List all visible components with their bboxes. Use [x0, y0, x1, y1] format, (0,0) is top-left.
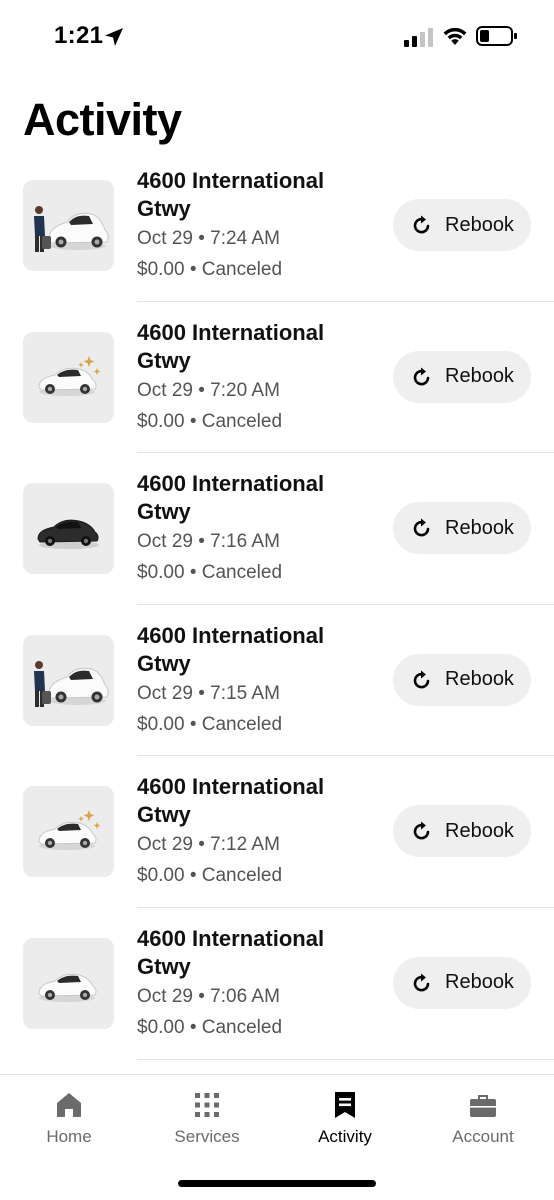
trip-price-status: $0.00 • Canceled	[137, 259, 283, 280]
trip-row[interactable]: 4600 International Gtwy Oct 29 • 7:24 AM…	[0, 150, 554, 302]
rebook-label: Rebook	[445, 365, 514, 388]
trip-address: 4600 International Gtwy	[137, 925, 325, 979]
status-bar: 1:21	[0, 0, 554, 74]
car-with-sparkles-icon	[23, 786, 114, 878]
rebook-button[interactable]: Rebook	[393, 956, 531, 1009]
rebook-button[interactable]: Rebook	[393, 653, 531, 706]
trip-list: 4600 International Gtwy Oct 29 • 7:24 AM…	[0, 150, 554, 1060]
rebook-arrow-icon	[413, 670, 430, 689]
row-divider	[137, 1058, 554, 1060]
trip-address: 4600 International Gtwy	[137, 471, 325, 525]
trip-address: 4600 International Gtwy	[137, 622, 325, 676]
trip-price-status: $0.00 • Canceled	[137, 865, 283, 887]
rebook-label: Rebook	[445, 819, 514, 842]
trip-date: Oct 29 • 7:06 AM	[137, 985, 280, 1007]
trip-date: Oct 29 • 7:15 AM	[137, 682, 280, 704]
battery-icon	[476, 26, 517, 46]
home-indicator	[178, 1180, 376, 1187]
trip-date: Oct 29 • 7:20 AM	[137, 379, 280, 401]
receipt-icon	[335, 1092, 355, 1118]
rebook-label: Rebook	[445, 213, 514, 236]
rebook-arrow-icon	[413, 973, 430, 992]
trip-row[interactable]: 4600 International Gtwy Oct 29 • 7:06 AM…	[0, 908, 554, 1060]
trip-row[interactable]: 4600 International Gtwy Oct 29 • 7:20 AM…	[0, 302, 554, 454]
trip-address: 4600 International Gtwy	[137, 319, 325, 373]
rebook-button[interactable]: Rebook	[393, 199, 531, 251]
location-arrow-icon	[105, 28, 123, 46]
briefcase-icon	[470, 1095, 496, 1117]
trip-price-status: $0.00 • Canceled	[137, 562, 283, 584]
rebook-arrow-icon	[413, 215, 430, 234]
rebook-button[interactable]: Rebook	[393, 805, 531, 858]
rebook-label: Rebook	[445, 668, 514, 691]
rebook-label: Rebook	[445, 516, 514, 539]
rebook-button[interactable]: Rebook	[393, 502, 531, 555]
tab-label: Activity	[318, 1127, 372, 1146]
car-with-passenger-icon	[23, 180, 114, 271]
trip-row[interactable]: 4600 International Gtwy Oct 29 • 7:12 AM…	[0, 756, 554, 908]
rebook-label: Rebook	[445, 971, 514, 994]
car-with-passenger-icon	[23, 634, 114, 726]
tab-account[interactable]: Account	[414, 1091, 552, 1147]
grid-icon	[195, 1093, 219, 1117]
car-with-sparkles-icon	[23, 331, 114, 423]
status-time: 1:21	[54, 22, 104, 49]
rebook-button[interactable]: Rebook	[393, 350, 531, 403]
trip-price-status: $0.00 • Canceled	[137, 410, 283, 432]
trip-row[interactable]: 4600 International Gtwy Oct 29 • 7:15 AM…	[0, 605, 554, 757]
page-title: Activity	[23, 94, 182, 145]
wifi-icon	[443, 27, 467, 45]
tab-home[interactable]: Home	[0, 1091, 138, 1147]
cellular-signal-icon	[404, 28, 433, 47]
trip-price-status: $0.00 • Canceled	[137, 1016, 283, 1038]
trip-date: Oct 29 • 7:12 AM	[137, 834, 280, 856]
rebook-arrow-icon	[413, 367, 430, 385]
white-car-icon	[23, 937, 114, 1029]
trip-row[interactable]: 4600 International Gtwy Oct 29 • 7:16 AM…	[0, 453, 554, 605]
tab-label: Account	[452, 1127, 514, 1146]
tab-label: Home	[46, 1127, 92, 1146]
trip-date: Oct 29 • 7:16 AM	[137, 531, 280, 553]
tab-label: Services	[174, 1127, 240, 1146]
home-icon	[57, 1093, 81, 1117]
rebook-arrow-icon	[413, 821, 430, 840]
tab-services[interactable]: Services	[138, 1091, 276, 1147]
trip-date: Oct 29 • 7:24 AM	[137, 228, 280, 249]
trip-price-status: $0.00 • Canceled	[137, 713, 283, 735]
trip-address: 4600 International Gtwy	[137, 168, 325, 221]
tab-activity[interactable]: Activity	[276, 1091, 414, 1147]
rebook-arrow-icon	[413, 518, 430, 537]
trip-address: 4600 International Gtwy	[137, 774, 325, 828]
black-car-icon	[23, 483, 114, 575]
